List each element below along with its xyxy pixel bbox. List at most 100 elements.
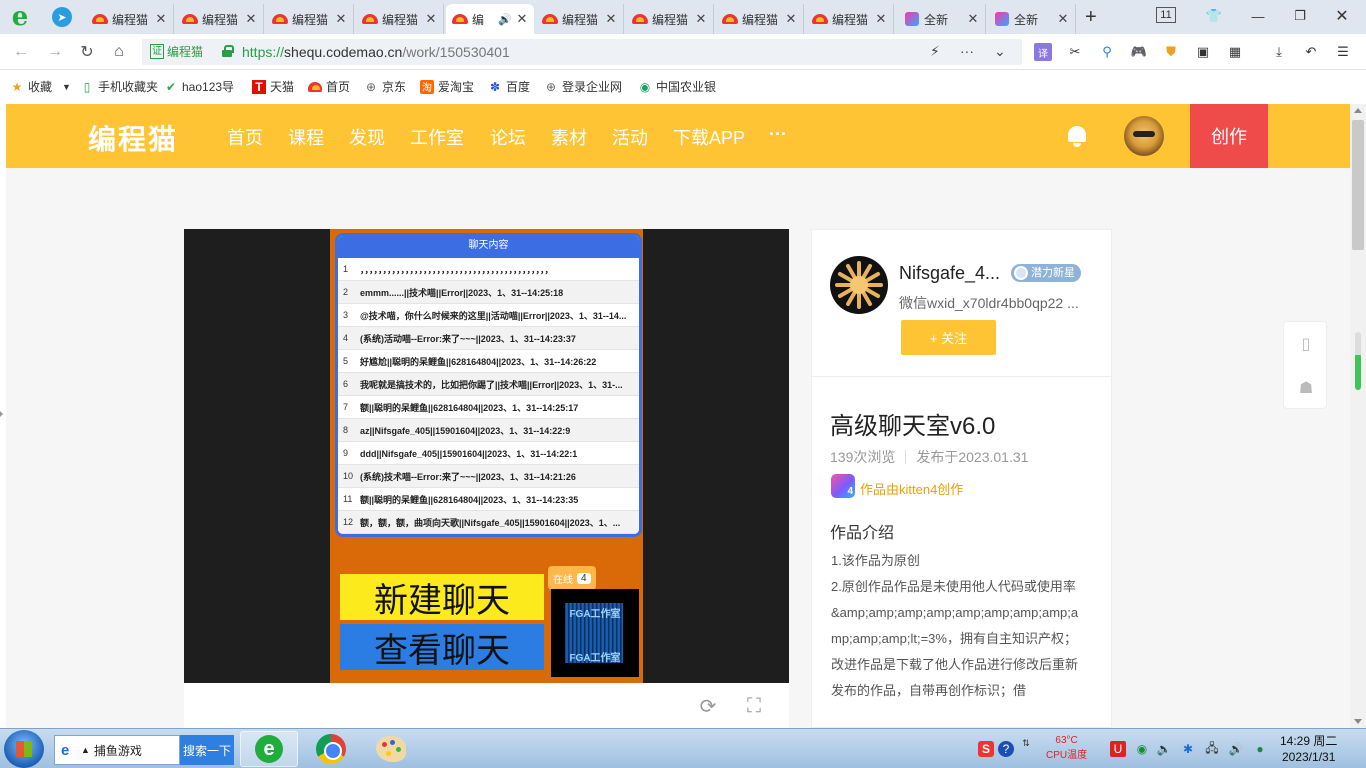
menu-icon[interactable]: ☰ — [1334, 43, 1352, 61]
browser-tab[interactable]: 编程猫 ✕ — [86, 4, 174, 34]
shield-icon[interactable]: ⛊ — [1162, 43, 1180, 61]
taskbar-search-button[interactable]: 搜索一下 — [180, 735, 234, 765]
volume-icon[interactable]: 🔊 — [1228, 741, 1244, 757]
browser-tab[interactable]: 编程猫 ✕ — [356, 4, 444, 34]
back-icon[interactable]: ← — [10, 41, 32, 63]
new-chat-button[interactable]: 新建聊天 — [340, 574, 544, 620]
bookmark-baidu[interactable]: ✽ 百度 — [488, 78, 530, 95]
home-icon[interactable]: ⌂ — [108, 41, 130, 63]
scroll-down-icon[interactable] — [1354, 719, 1362, 724]
bookmark-aitaobao[interactable]: 淘爱淘宝 — [420, 78, 474, 95]
studio-image[interactable]: FGA工作室 FGA工作室 — [551, 589, 639, 677]
qq-icon[interactable]: ☗ — [1296, 376, 1316, 400]
scroll-up-icon[interactable] — [1354, 108, 1362, 113]
tray-arrows-icon[interactable]: ⇅ — [1018, 735, 1034, 751]
bell-icon[interactable] — [1066, 124, 1088, 148]
tab-close-icon[interactable]: ✕ — [695, 11, 707, 27]
antivirus-icon[interactable]: U — [1110, 741, 1126, 757]
taskbar-search-field[interactable]: e ▲ 捕鱼游戏 — [54, 735, 180, 765]
download-icon[interactable]: ⤓ — [1270, 43, 1288, 61]
nav-more[interactable]: ··· — [769, 124, 787, 145]
nav-courses[interactable]: 课程 — [288, 124, 324, 150]
taskbar-browser[interactable]: e — [240, 731, 298, 767]
nav-download-app[interactable]: 下载APP — [673, 124, 745, 150]
tab-close-icon[interactable]: ✕ — [516, 11, 528, 27]
page-scrollbar[interactable] — [1350, 104, 1366, 728]
tab-close-icon[interactable]: ✕ — [967, 11, 979, 27]
shirt-icon[interactable]: 👕 — [1204, 5, 1224, 27]
browser-logo-icon[interactable]: e — [6, 2, 34, 32]
nav-materials[interactable]: 素材 — [551, 124, 587, 150]
nav-home[interactable]: 首页 — [227, 124, 263, 150]
game-icon[interactable]: 🎮 — [1130, 43, 1148, 61]
tab-close-icon[interactable]: ✕ — [785, 11, 797, 27]
view-chat-button[interactable]: 查看聊天 — [340, 624, 544, 670]
system-clock[interactable]: 14:29 周二 2023/1/31 — [1280, 733, 1337, 765]
site-logo[interactable]: 编程猫 — [88, 118, 178, 158]
new-tab-button[interactable]: + — [1085, 6, 1097, 29]
made-with-kitten4[interactable]: 作品由kitten4创作 — [860, 479, 963, 498]
scissors-icon[interactable]: ✂ — [1066, 43, 1084, 61]
tab-count-badge[interactable]: 11 — [1156, 7, 1176, 23]
nav-discover[interactable]: 发现 — [349, 124, 385, 150]
bluetooth-icon[interactable]: ✱ — [1180, 741, 1196, 757]
apps-grid-icon[interactable]: ▦ — [1226, 43, 1244, 61]
tab-close-icon[interactable]: ✕ — [1057, 11, 1069, 27]
site-cert[interactable]: 证 编程猫 — [150, 43, 203, 60]
url-text[interactable]: https://shequ.codemao.cn/work/150530401 — [242, 44, 510, 60]
more-icon[interactable]: ··· — [960, 43, 974, 59]
minimize-icon[interactable]: — — [1248, 5, 1268, 27]
send-icon[interactable]: ➤ — [52, 7, 72, 27]
browser-tab[interactable]: 全新 ✕ — [988, 4, 1076, 34]
nav-events[interactable]: 活动 — [612, 124, 648, 150]
bookmark-hao123[interactable]: ✔ hao123导 — [164, 78, 234, 95]
follow-button[interactable]: + 关注 — [901, 320, 996, 355]
close-window-icon[interactable]: ✕ — [1332, 5, 1352, 27]
restart-icon[interactable]: ⟳ — [697, 695, 719, 718]
forward-icon[interactable]: → — [44, 41, 66, 63]
restore-icon[interactable]: ❐ — [1290, 5, 1310, 27]
help-icon[interactable]: ? — [998, 741, 1014, 757]
browser-tab[interactable]: 编程猫 ✕ — [536, 4, 624, 34]
tab-close-icon[interactable]: ✕ — [155, 11, 167, 27]
sogou-icon[interactable]: S — [978, 741, 994, 757]
browser-tab[interactable]: 编程猫 ✕ — [716, 4, 804, 34]
scroll-thumb[interactable] — [1352, 120, 1364, 250]
create-button[interactable]: 创作 — [1190, 104, 1268, 168]
bookmark-favorites[interactable]: ★ 收藏 ▼ — [10, 78, 71, 95]
mobile-icon[interactable]: ▯ — [1296, 332, 1316, 356]
tab-close-icon[interactable]: ✕ — [425, 11, 437, 27]
browser-tab[interactable]: 编 🔊 ✕ — [446, 4, 534, 34]
bookmark-tmall[interactable]: T 天猫 — [252, 78, 294, 95]
tab-close-icon[interactable]: ✕ — [335, 11, 347, 27]
nav-forum[interactable]: 论坛 — [490, 124, 526, 150]
browser-tab[interactable]: 编程猫 ✕ — [626, 4, 714, 34]
reload-icon[interactable]: ↻ — [76, 41, 98, 63]
browser-tab[interactable]: 编程猫 ✕ — [806, 4, 894, 34]
browser-tab[interactable]: 编程猫 ✕ — [176, 4, 264, 34]
nav-studio[interactable]: 工作室 — [410, 124, 464, 150]
browser-tab[interactable]: 全新 ✕ — [898, 4, 986, 34]
author-name[interactable]: Nifsgafe_4... — [899, 263, 1000, 284]
speaker-icon[interactable]: 🔈 — [1156, 741, 1172, 757]
translate-icon[interactable]: 译 — [1034, 43, 1052, 61]
tab-close-icon[interactable]: ✕ — [245, 11, 257, 27]
start-button[interactable] — [4, 730, 44, 768]
address-bar[interactable]: 证 编程猫 https://shequ.codemao.cn/work/1505… — [142, 39, 1022, 65]
bookmark-mobile[interactable]: ▯ 手机收藏夹 — [80, 78, 158, 95]
bookmark-home[interactable]: 首页 — [308, 78, 350, 95]
audio-playing-icon[interactable]: 🔊 — [498, 13, 512, 26]
tab-close-icon[interactable]: ✕ — [875, 11, 887, 27]
bookmark-abc-bank[interactable]: ◉ 中国农业银 — [638, 78, 716, 95]
ime-icon[interactable]: ● — [1252, 741, 1268, 757]
lightning-icon[interactable]: ⚡ — [930, 43, 940, 60]
tab-close-icon[interactable]: ✕ — [605, 11, 617, 27]
undo-icon[interactable]: ↶ — [1302, 43, 1320, 61]
security-icon[interactable]: ◉ — [1134, 741, 1150, 757]
reader-icon[interactable]: ▣ — [1194, 43, 1212, 61]
browser-tab[interactable]: 编程猫 ✕ — [266, 4, 354, 34]
user-avatar[interactable] — [1124, 116, 1164, 156]
network-icon[interactable]: 🖧 — [1204, 741, 1220, 757]
taskbar-paint[interactable] — [362, 731, 420, 767]
chevron-down-icon[interactable]: ⌄ — [994, 43, 1006, 60]
